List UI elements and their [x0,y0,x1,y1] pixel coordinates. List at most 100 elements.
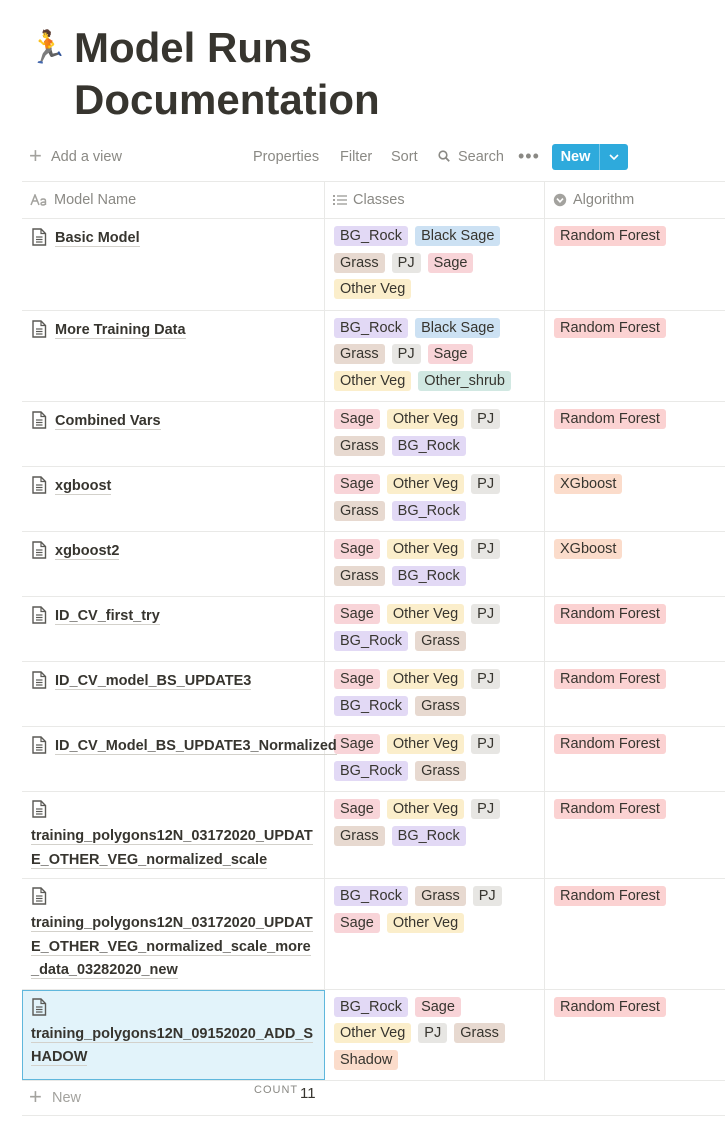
table-row[interactable]: ID_CV_Model_BS_UPDATE3_Normalized Sage Oth… [22,727,725,792]
algorithm-cell[interactable]: Random Forest [545,792,725,878]
class-tag: PJ [391,344,421,364]
search-button[interactable]: Search [458,149,504,165]
algorithm-cell[interactable]: Random Forest [545,402,725,466]
class-tag: Other Veg [386,474,465,494]
model-name-link[interactable]: Basic Model [55,230,140,247]
column-label: Model Name [54,192,137,208]
table-row[interactable]: ID_CV_first_try Sage Other Veg PJ BG_Rock Gra… [22,597,725,662]
algorithm-tag: Random Forest [554,799,666,819]
class-tag: Other Veg [386,539,465,559]
model-name-cell[interactable]: ID_CV_first_try [22,597,325,661]
class-tag: Black Sage [415,226,501,246]
table-row[interactable]: xgboost Sage Other Veg PJ Grass BG_Rock XGboos… [22,467,725,532]
model-name-cell[interactable]: Combined Vars [22,402,325,466]
properties-button[interactable]: Properties [253,149,319,165]
classes-cell[interactable]: Sage Other Veg PJ Grass BG_Rock [325,467,545,531]
algorithm-cell[interactable]: Random Forest [545,727,725,791]
model-name-cell[interactable]: xgboost2 [22,532,325,596]
classes-cell[interactable]: BG_Rock Sage Other Veg PJ Grass Shadow [325,989,545,1080]
page-title[interactable]: Model Runs Documentation [74,22,574,126]
filter-button[interactable]: Filter [340,149,372,165]
add-row-label: New [52,1090,82,1106]
class-tag: Sage [415,996,461,1017]
model-name-link[interactable]: Combined Vars [55,413,161,430]
table-row[interactable]: Basic Model BG_Rock Black Sage Grass PJ Sage O… [22,219,725,311]
classes-cell[interactable]: Sage Other Veg PJ BG_Rock Grass [325,727,545,791]
classes-cell[interactable]: BG_Rock Grass PJ Sage Other Veg [325,879,545,989]
sort-button[interactable]: Sort [391,149,418,165]
page-icon[interactable]: 🏃 [28,22,74,126]
model-name-cell[interactable]: xgboost [22,467,325,531]
column-header-algorithm[interactable]: Algorithm [545,182,725,218]
model-name-link[interactable]: More Training Data [55,321,186,339]
model-name-cell[interactable]: Basic Model [22,219,325,310]
model-name-link[interactable]: training_polygons12N_03172020_UPDATE_OTH… [31,915,313,979]
algorithm-tag: Random Forest [554,886,666,906]
classes-cell[interactable]: Sage Other Veg PJ BG_Rock Grass [325,662,545,726]
model-name-link[interactable]: ID_CV_model_BS_UPDATE3 [55,673,252,690]
add-row-button[interactable]: + New [22,1081,725,1116]
algorithm-cell[interactable]: Random Forest [545,219,725,310]
model-name-cell[interactable]: training_polygons12N_03172020_UPDATE_OTH… [22,879,325,989]
table-row[interactable]: ID_CV_model_BS_UPDATE3 Sage Other Veg PJ BG_… [22,662,725,727]
column-header-model-name[interactable]: Model Name [22,182,325,218]
algorithm-cell[interactable]: Random Forest [545,597,725,661]
table-row[interactable]: training_polygons12N_03172020_UPDATE_OTH… [22,792,725,879]
class-tag: PJ [471,734,501,754]
class-tag: BG_Rock [334,996,409,1017]
table-row[interactable]: training_polygons12N_03172020_UPDATE_OTH… [22,879,725,990]
class-tag: Grass [415,695,466,716]
page-doc-icon [31,606,47,629]
class-tag: PJ [471,669,501,689]
algorithm-tag: Random Forest [554,409,666,429]
classes-cell[interactable]: BG_Rock Black Sage Grass PJ Sage Other Veg Oth… [325,310,545,401]
model-name-cell[interactable]: ID_CV_model_BS_UPDATE3 [22,662,325,726]
new-record-button[interactable]: New [552,144,628,170]
class-tag: Grass [334,435,385,456]
class-tag: Other Veg [386,734,465,754]
class-tag: BG_Rock [391,565,466,586]
model-name-link[interactable]: training_polygons12N_09152020_ADD_SHADOW [31,1025,314,1066]
classes-cell[interactable]: Sage Other Veg PJ BG_Rock Grass [325,597,545,661]
table-row[interactable]: More Training Data BG_Rock Black Sage Grass… [22,310,725,402]
table-row[interactable]: xgboost2 Sage Other Veg PJ Grass BG_Rock XGboo… [22,532,725,597]
multi-select-icon [333,195,347,205]
model-name-link[interactable]: xgboost2 [55,543,120,560]
count-label[interactable]: COUNT [254,1084,298,1096]
algorithm-cell[interactable]: Random Forest [545,662,725,726]
classes-cell[interactable]: Sage Other Veg PJ Grass BG_Rock [325,792,545,878]
model-name-cell[interactable]: More Training Data [22,310,325,401]
more-options-icon[interactable]: ••• [518,146,540,166]
algorithm-cell[interactable]: XGboost [545,532,725,596]
classes-cell[interactable]: BG_Rock Black Sage Grass PJ Sage Other Veg [325,219,545,310]
algorithm-tag: Random Forest [554,226,666,246]
add-view-button[interactable]: Add a view [51,149,122,165]
class-tag: PJ [471,474,501,494]
class-tag: Grass [334,252,385,273]
model-name-link[interactable]: ID_CV_first_try [55,608,160,625]
table-row[interactable]: training_polygons12N_09152020_ADD_SHADOW… [22,989,725,1081]
algorithm-cell[interactable]: Random Forest [545,879,725,989]
algorithm-cell[interactable]: XGboost [545,467,725,531]
column-header-classes[interactable]: Classes [325,182,545,218]
classes-cell[interactable]: Sage Other Veg PJ Grass BG_Rock [325,532,545,596]
algorithm-cell[interactable]: Random Forest [545,990,725,1081]
model-name-link[interactable]: ID_CV_Model_BS_UPDATE3_Normalized [55,738,337,755]
class-tag: BG_Rock [334,317,409,338]
model-name-cell[interactable]: ID_CV_Model_BS_UPDATE3_Normalized [22,727,337,791]
page-doc-icon [31,800,316,823]
model-name-link[interactable]: training_polygons12N_03172020_UPDATE_OTH… [31,828,313,869]
class-tag: Sage [334,799,380,819]
new-button-label[interactable]: New [552,144,600,170]
algorithm-cell[interactable]: Random Forest [545,311,725,402]
model-name-cell[interactable]: training_polygons12N_03172020_UPDATE_OTH… [22,792,325,878]
chevron-down-icon[interactable] [600,144,628,170]
text-property-icon [30,194,47,206]
model-name-link[interactable]: xgboost [55,478,112,495]
model-name-cell[interactable]: training_polygons12N_09152020_ADD_SHADOW [22,989,325,1080]
class-tag: PJ [418,1023,448,1043]
table-row[interactable]: Combined Vars Sage Other Veg PJ Grass BG_Rock… [22,402,725,467]
class-tag: PJ [391,252,421,273]
class-tag: Other Veg [386,912,465,933]
classes-cell[interactable]: Sage Other Veg PJ Grass BG_Rock [325,402,545,466]
